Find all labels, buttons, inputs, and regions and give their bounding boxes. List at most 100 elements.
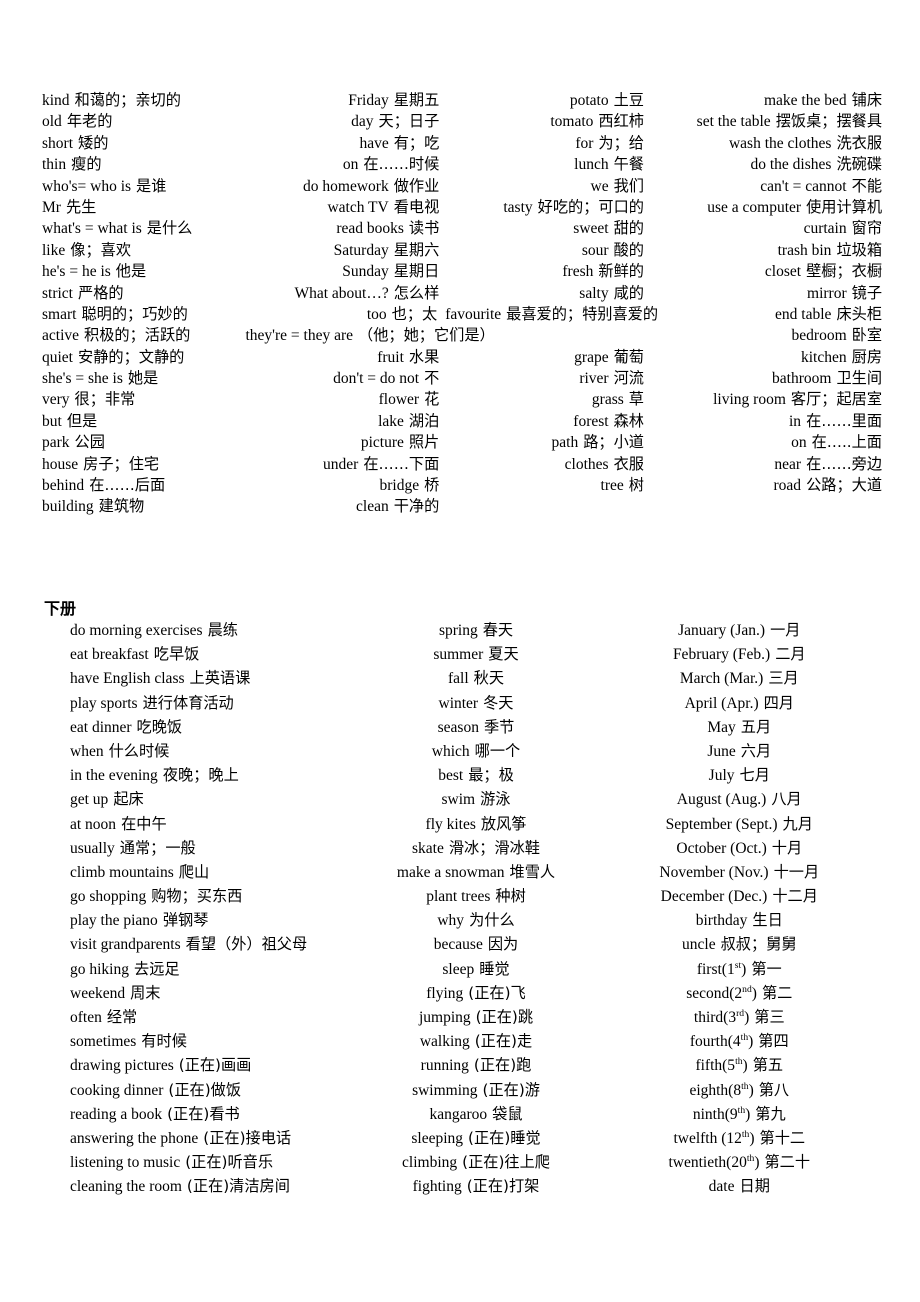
vocab-entry: fighting (正在)打架	[355, 1174, 596, 1196]
vocab-entry: river 河流	[447, 366, 648, 388]
vocab-term-english: tasty	[503, 198, 533, 216]
vocab-entry: ninth(9th) 第九	[597, 1102, 882, 1124]
vocab-term-chinese: 晨练	[207, 621, 238, 639]
vocab-term-english: sweet	[573, 220, 609, 238]
vocab-term-chinese: 怎么样	[393, 283, 440, 302]
vocab-entry: fifth(5th) 第五	[597, 1053, 882, 1075]
vocab-term-english: have	[359, 134, 389, 152]
vocab-row: cleaning the room (正在)清洁房间 fighting (正在)打架 d…	[40, 1174, 882, 1198]
vocab-entry: November (Nov.) 十一月	[597, 860, 882, 882]
vocab-term-english: mirror	[807, 284, 847, 302]
vocab-term-chinese: 咸的	[613, 283, 644, 302]
vocab-term-chinese: 我们	[613, 176, 644, 195]
vocab-term-english: weekend	[70, 984, 126, 1002]
vocab-term-english: first(1st)	[696, 959, 747, 978]
vocab-term-english: twentieth(20th)	[668, 1152, 760, 1172]
vocab-term-english: potato	[569, 92, 609, 109]
vocab-term-chinese: 在…..上面	[811, 433, 882, 452]
vocab-entry: grass 草	[447, 387, 648, 409]
vocab-entry: kangaroo 袋鼠	[355, 1102, 596, 1124]
vocab-term-english: eat dinner	[70, 718, 132, 736]
vocab-term-chinese: 生日	[752, 911, 783, 930]
vocab-term-english: often	[70, 1009, 102, 1026]
vocab-term-chinese: 照片	[408, 433, 440, 452]
vocab-term-chinese: 草	[628, 390, 644, 409]
vocab-entry: May 五月	[597, 715, 882, 737]
vocab-term-chinese: 什么时候	[108, 741, 170, 760]
vocab-term-chinese: 周末	[130, 983, 161, 1002]
vocab-entry: path 路；小道	[447, 430, 648, 452]
vocab-term-english: make a snowman	[396, 863, 505, 881]
vocab-term-chinese: 在……后面	[89, 476, 166, 495]
vocab-term-chinese: 十月	[771, 838, 803, 857]
vocab-term-english: why	[437, 912, 465, 930]
vocab-entry: bathroom 卫生间	[648, 366, 882, 388]
vocab-term-english: cleaning the room	[70, 1178, 182, 1196]
vocab-row: play the piano 弹钢琴 why 为什么 birthday 生日	[40, 908, 882, 932]
vocab-term-chinese: 午餐	[613, 155, 644, 174]
vocab-term-chinese: 也；太	[391, 304, 438, 323]
vocab-term-chinese: 四月	[763, 693, 794, 712]
vocab-term-english: February (Feb.)	[672, 646, 771, 664]
vocab-entry: when 什么时候	[40, 739, 355, 761]
vocab-entry: usually 通常；一般	[40, 836, 355, 858]
vocab-entry: skate 滑冰；滑冰鞋	[355, 836, 596, 858]
vocab-term-english: bedroom	[791, 327, 847, 345]
vocab-term-english: we	[590, 177, 609, 195]
vocab-entry: picture 照片	[247, 430, 448, 452]
vocab-term-english: for	[575, 134, 594, 152]
vocab-entry: who's= who is 是谁	[40, 174, 247, 196]
vocab-term-chinese: 季节	[483, 717, 515, 736]
vocab-entry: February (Feb.) 二月	[597, 642, 882, 664]
vocab-entry: eat dinner 吃晚饭	[40, 715, 355, 737]
vocab-entry: don't = do not 不	[247, 366, 448, 388]
vocab-term-chinese: 袋鼠	[492, 1104, 523, 1123]
vocab-row: what's = what is 是什么 read books 读书 sweet 甜的 cu…	[40, 216, 882, 237]
vocab-term-english: he's = he is	[42, 263, 111, 281]
vocab-row: get up 起床 swim 游泳 August (Aug.) 八月	[40, 787, 882, 811]
vocab-term-english: smart	[42, 305, 77, 323]
vocab-term-chinese: 有；吃	[393, 133, 440, 152]
vocab-term-english: set the table	[696, 113, 771, 131]
vocab-term-chinese: 建筑物	[98, 497, 145, 516]
vocab-term-chinese: 公园	[74, 433, 105, 452]
vocab-term-english: don't = do not	[333, 370, 420, 388]
vocab-entry: sweet 甜的	[447, 216, 648, 238]
vocab-entry: favourite 最喜爱的；特别喜爱的	[445, 302, 658, 324]
vocab-entry: sleep 睡觉	[355, 957, 596, 979]
vocabulary-section-one: kind 和蔼的；亲切的 Friday 星期五 potato 土豆 make the bed…	[40, 88, 882, 516]
vocab-row: often 经常 jumping (正在)跳 third(3rd) 第三	[40, 1005, 882, 1029]
vocab-term-chinese: 六月	[740, 741, 772, 760]
vocab-entry: do the dishes 洗碗碟	[648, 152, 883, 174]
vocab-entry: tree 树	[447, 473, 648, 495]
vocab-entry: closet 壁橱；衣橱	[648, 259, 882, 281]
vocab-row: thin 瘦的 on 在……时候 lunch 午餐 do the dishes 洗碗碟	[40, 152, 882, 173]
vocab-entry: reading a book (正在)看书	[40, 1102, 355, 1124]
vocab-term-chinese: 矮的	[78, 133, 109, 152]
vocab-entry: bridge 桥	[247, 473, 448, 495]
vocab-term-english: October (Oct.)	[676, 839, 767, 857]
vocab-entry: watch TV 看电视	[247, 195, 448, 217]
vocab-entry: fourth(4th) 第四	[597, 1029, 882, 1051]
vocab-term-english: third(3rd)	[693, 1007, 750, 1026]
vocab-entry: she's = she is 她是	[40, 366, 247, 388]
vocab-row: climb mountains 爬山 make a snowman 堆雪人 Novemb…	[40, 860, 882, 884]
vocab-entry: house 房子；住宅	[40, 452, 247, 474]
vocab-entry: strict 严格的	[40, 281, 247, 303]
vocab-entry: go hiking 去远足	[40, 957, 355, 979]
vocab-entry: short 矮的	[40, 131, 247, 153]
vocab-term-chinese: 先生	[65, 197, 97, 216]
vocab-term-english: season	[437, 718, 479, 736]
vocab-term-english: under	[323, 455, 359, 473]
vocab-row: he's = he is 他是 Sunday 星期日 fresh 新鲜的 closet 壁橱；…	[40, 259, 882, 280]
vocab-term-english: July	[708, 767, 735, 785]
vocab-term-english: plant trees	[426, 888, 491, 906]
vocab-entry: swimming (正在)游	[355, 1078, 596, 1100]
vocab-term-english: what's = what is	[42, 220, 142, 238]
vocab-entry: which 哪一个	[355, 739, 596, 761]
vocab-term-english: in	[789, 412, 802, 430]
vocab-term-english: use a computer	[707, 198, 802, 216]
vocab-term-english: on	[342, 156, 359, 174]
vocab-term-chinese: 放风筝	[480, 814, 527, 833]
vocab-entry: day 天；日子	[247, 109, 448, 131]
